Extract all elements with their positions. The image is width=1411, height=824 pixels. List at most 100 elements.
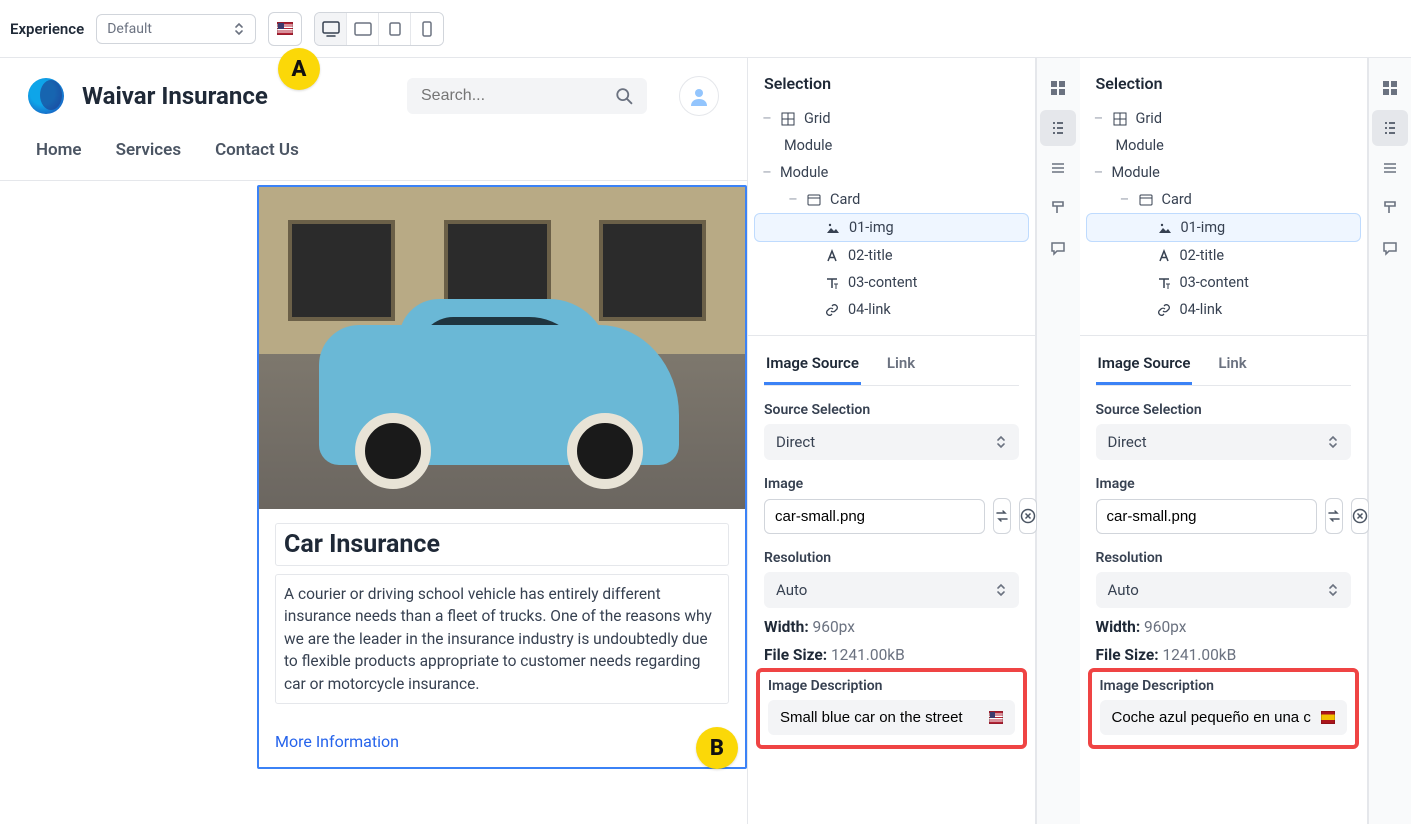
rail-comment-button[interactable] [1040,230,1076,266]
tree-grid-b[interactable]: – Grid [1086,105,1361,132]
tab-image-source-b[interactable]: Image Source [1096,346,1193,385]
tree-module2-b[interactable]: –Module [1086,159,1361,186]
rail-tree-button-b[interactable] [1372,110,1408,146]
device-tablet-portrait-button[interactable] [379,13,411,45]
link-icon [824,302,840,318]
image-clear-button-a[interactable] [1019,498,1037,534]
desc-input-a[interactable] [780,709,979,726]
tree-module2[interactable]: –Module [754,159,1029,186]
card-icon [806,192,822,208]
tree-title[interactable]: 02-title [754,242,1029,269]
inspector-a: Image Source Link Source Selection Direc… [748,335,1035,757]
device-group [314,12,444,46]
image-swap-button-a[interactable] [993,498,1011,534]
tree-content[interactable]: 03-content [754,269,1029,296]
tree-img-b[interactable]: 01-img [1086,213,1361,242]
rail-comment-button-b[interactable] [1372,230,1408,266]
clear-icon [1352,508,1368,524]
locale-flag-button[interactable] [268,12,302,46]
rail-tree-button[interactable] [1040,110,1076,146]
resolution-label-a: Resolution [764,550,1019,566]
resolution-select-b[interactable]: Auto [1096,572,1351,608]
grid-icon [1112,111,1128,127]
device-desktop-button[interactable] [315,13,347,45]
brush-icon [1382,200,1398,216]
device-mobile-button[interactable] [411,13,443,45]
rail-grid-button[interactable] [1040,70,1076,106]
image-input-b[interactable] [1096,499,1317,534]
rail-list-button-b[interactable] [1372,150,1408,186]
filesize-row-b: File Size: 1241.00kB [1096,646,1351,664]
tree-card-b[interactable]: – Card [1086,186,1361,213]
mobile-icon [421,21,433,37]
card-title-box[interactable]: Car Insurance [275,523,729,566]
image-description-highlight-b: Image Description [1090,670,1357,747]
rail-list-button[interactable] [1040,150,1076,186]
nav-services[interactable]: Services [116,140,181,160]
experience-dropdown[interactable]: Default [96,14,256,44]
grid4-icon [1382,80,1398,96]
desktop-icon [322,21,340,37]
text-a-icon [824,248,840,264]
card-image[interactable] [259,187,745,509]
tab-link-a[interactable]: Link [885,346,917,385]
source-selection-select-b[interactable]: Direct [1096,424,1351,460]
brand-logo [28,78,64,114]
selection-title-b: Selection [1080,58,1367,101]
device-tablet-landscape-button[interactable] [347,13,379,45]
text-a-icon [1156,248,1172,264]
desc-input-b[interactable] [1112,709,1311,726]
tree-link[interactable]: 04-link [754,296,1029,323]
tree-grid[interactable]: – Grid [754,105,1029,132]
tree-a: – Grid Module –Module – Card 01-img 02-t… [748,101,1035,335]
user-icon [689,86,709,106]
image-clear-button-b[interactable] [1351,498,1369,534]
tree-module1[interactable]: Module [754,132,1029,159]
image-swap-button-b[interactable] [1325,498,1343,534]
us-flag-icon [989,711,1003,724]
rail-style-button[interactable] [1040,190,1076,226]
search-input[interactable] [421,87,615,105]
card-text-box[interactable]: A courier or driving school vehicle has … [275,574,729,704]
tablet-landscape-icon [354,22,372,36]
card-link[interactable]: More Information [275,732,399,751]
chevrons-icon [233,21,245,37]
annotation-badge-a: A [278,48,320,90]
card-area: Car Insurance A courier or driving schoo… [0,180,747,824]
rail-style-button-b[interactable] [1372,190,1408,226]
brush-icon [1050,200,1066,216]
card[interactable]: Car Insurance A courier or driving schoo… [257,185,747,769]
tab-link-b[interactable]: Link [1216,346,1248,385]
chevrons-icon [995,434,1007,450]
card-body: A courier or driving school vehicle has … [284,585,712,693]
selection-panel-b: Selection – Grid Module –Module – Card 0… [1080,58,1368,824]
tree-img[interactable]: 01-img [754,213,1029,242]
tab-image-source-a[interactable]: Image Source [764,346,861,385]
image-label-b: Image [1096,476,1351,492]
tree-title-b[interactable]: 02-title [1086,242,1361,269]
tree-b: – Grid Module –Module – Card 01-img 02-t… [1080,101,1367,335]
source-selection-select-a[interactable]: Direct [764,424,1019,460]
grid4-icon [1050,80,1066,96]
rail-grid-button-b[interactable] [1372,70,1408,106]
avatar-button[interactable] [679,76,719,116]
nav-contact[interactable]: Contact Us [215,140,299,160]
tree-icon [1382,120,1398,136]
chevrons-icon [1327,582,1339,598]
tablet-portrait-icon [387,22,403,36]
image-input-a[interactable] [764,499,985,534]
tree-module1-b[interactable]: Module [1086,132,1361,159]
chevrons-icon [995,582,1007,598]
nav-home[interactable]: Home [36,140,82,160]
tree-card[interactable]: – Card [754,186,1029,213]
search-icon [615,86,633,106]
search-box[interactable] [407,78,647,114]
vertical-rail-a [1036,58,1080,824]
tree-link-b[interactable]: 04-link [1086,296,1361,323]
image-description-highlight-a: Image Description [758,670,1025,747]
us-flag-icon [277,22,293,35]
tree-content-b[interactable]: 03-content [1086,269,1361,296]
vertical-rail-b [1368,58,1411,824]
resolution-select-a[interactable]: Auto [764,572,1019,608]
list-icon [1050,160,1066,176]
